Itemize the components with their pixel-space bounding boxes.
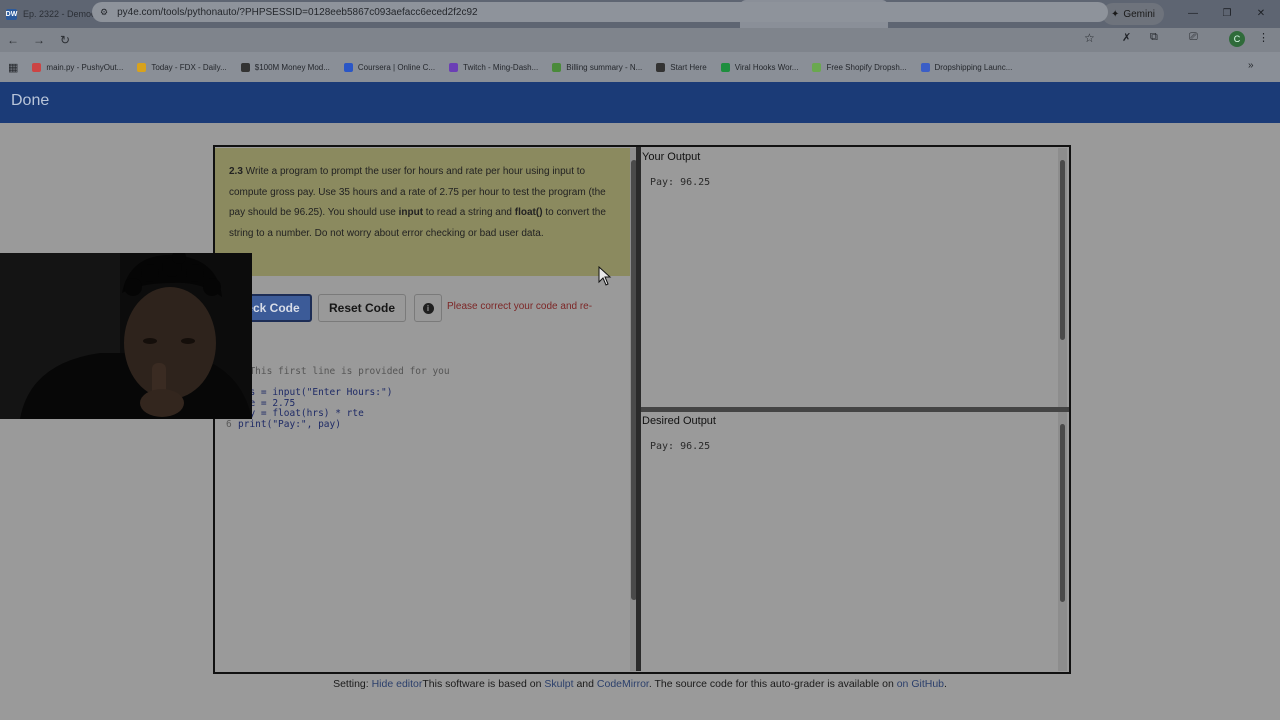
- bookmark-favicon-icon: [920, 62, 930, 72]
- menu-icon[interactable]: ⋮: [1258, 31, 1269, 44]
- your-output-text: Pay: 96.25: [650, 177, 711, 188]
- footer-source: . The source code for this auto-grader i…: [648, 678, 897, 690]
- reset-code-button[interactable]: Reset Code: [318, 294, 406, 322]
- sparkle-icon: ✦: [1110, 8, 1120, 20]
- close-window-icon[interactable]: ✕: [1246, 0, 1276, 28]
- done-link[interactable]: Done: [11, 92, 49, 110]
- extension-icon[interactable]: ✗: [1122, 31, 1131, 44]
- mouse-cursor-icon: [598, 266, 612, 286]
- bookmark-favicon-icon: [32, 62, 42, 72]
- task-text-2: to read a string and: [423, 207, 515, 218]
- bookmarks-bar: ▦ main.py - PushyOut... Today - FDX - Dai…: [0, 52, 1280, 82]
- bookmark-label: Viral Hooks Wor...: [734, 62, 799, 72]
- bookmark-favicon-icon: [137, 62, 147, 72]
- footer-end: .: [944, 678, 947, 690]
- bookmark-label: main.py - PushyOut...: [46, 62, 124, 72]
- bookmark-item[interactable]: $100M Money Mod...: [240, 62, 330, 72]
- footer: Setting: Hide editorThis software is bas…: [0, 678, 1280, 690]
- page-header: Done: [0, 82, 1280, 123]
- site-info-icon[interactable]: ⚙: [100, 7, 108, 18]
- info-icon: i: [422, 302, 434, 314]
- reload-icon[interactable]: ↻: [52, 33, 78, 47]
- desired-output-text: Pay: 96.25: [650, 441, 711, 452]
- code-text: # This first line is provided for you: [238, 366, 450, 377]
- code-text: hrs = input("Enter Hours:"): [238, 387, 393, 398]
- bookmark-label: Dropshipping Launc...: [934, 62, 1013, 72]
- line-number: 6: [226, 418, 232, 430]
- desired-output-label: Desired Output: [642, 415, 716, 427]
- code-text: pay = float(hrs) * rte: [238, 408, 364, 419]
- footer-based-on: This software is based on: [422, 678, 545, 690]
- back-icon[interactable]: ←: [0, 33, 26, 47]
- code-line: 6 print("Pay:", pay): [226, 418, 450, 431]
- footer-setting: Setting:: [333, 678, 372, 690]
- your-output-scrollbar[interactable]: [1058, 148, 1067, 407]
- cast-icon[interactable]: ⎚: [1189, 31, 1198, 44]
- bookmark-label: Today - FDX - Daily...: [151, 62, 227, 72]
- bookmark-star-icon[interactable]: ☆: [1084, 31, 1095, 45]
- output-separator: [641, 407, 1069, 412]
- your-output-label: Your Output: [642, 151, 701, 163]
- bookmark-label: Coursera | Online C...: [357, 62, 436, 72]
- bookmark-label: Twitch - Ming-Dash...: [463, 62, 539, 72]
- bookmark-label: Free Shopify Dropsh...: [826, 62, 907, 72]
- bookmark-label: Start Here: [670, 62, 707, 72]
- webcam-person-image: [0, 253, 252, 419]
- maximize-icon[interactable]: ❐: [1212, 0, 1242, 28]
- footer-and: and: [573, 678, 597, 690]
- bookmark-favicon-icon: [240, 62, 250, 72]
- bookmark-item[interactable]: Start Here: [656, 62, 707, 72]
- bookmark-favicon-icon: [656, 62, 666, 72]
- code-text: print("Pay:", pay): [238, 418, 341, 430]
- bookmark-favicon-icon: [812, 62, 822, 72]
- code-editor[interactable]: 1# This first line is provided for you23…: [226, 366, 450, 431]
- tab-favicon-icon: DW: [5, 8, 18, 20]
- bookmark-label: Billing summary - N...: [566, 62, 643, 72]
- bookmark-item[interactable]: Dropshipping Launc...: [920, 62, 1013, 72]
- bookmark-favicon-icon: [343, 62, 353, 72]
- error-message: Please correct your code and re-: [447, 301, 593, 312]
- bookmark-favicon-icon: [449, 62, 459, 72]
- bookmark-item[interactable]: Free Shopify Dropsh...: [812, 62, 907, 72]
- url-text: py4e.com/tools/pythonauto/?PHPSESSID=012…: [117, 6, 478, 18]
- forward-icon[interactable]: →: [26, 33, 52, 47]
- info-button[interactable]: i: [414, 294, 442, 322]
- bookmark-item[interactable]: Today - FDX - Daily...: [137, 62, 227, 72]
- avatar[interactable]: C: [1229, 31, 1245, 47]
- bookmark-item[interactable]: Twitch - Ming-Dash...: [449, 62, 539, 72]
- skulpt-link[interactable]: Skulpt: [544, 678, 573, 690]
- desired-output-scrollbar[interactable]: [1058, 412, 1067, 671]
- bookmark-item[interactable]: Coursera | Online C...: [343, 62, 436, 72]
- task-number: 2.3: [229, 166, 243, 177]
- bookmark-item[interactable]: Billing summary - N...: [552, 62, 643, 72]
- bookmarks-overflow-icon[interactable]: »: [1248, 60, 1254, 71]
- bookmark-favicon-icon: [552, 62, 562, 72]
- bookmark-label: $100M Money Mod...: [254, 62, 330, 72]
- apps-grid-icon[interactable]: ▦: [8, 61, 18, 74]
- webcam-overlay: [0, 253, 252, 419]
- codemirror-link[interactable]: CodeMirror: [597, 678, 649, 690]
- gemini-button[interactable]: ✦ Gemini: [1102, 3, 1164, 25]
- minimize-icon[interactable]: —: [1178, 0, 1208, 28]
- task-keyword-input: input: [398, 207, 424, 218]
- extensions-puzzle-icon[interactable]: ⧉: [1150, 31, 1158, 44]
- bookmark-item[interactable]: Viral Hooks Wor...: [720, 62, 799, 72]
- hide-editor-link[interactable]: Hide editor: [372, 678, 423, 690]
- task-description: 2.3 Write a program to prompt the user f…: [215, 148, 630, 276]
- gemini-label: Gemini: [1123, 8, 1156, 20]
- bookmark-item[interactable]: main.py - PushyOut...: [32, 62, 124, 72]
- github-link[interactable]: on GitHub: [897, 678, 944, 690]
- bookmark-favicon-icon: [720, 62, 730, 72]
- task-keyword-float: float(): [514, 207, 543, 218]
- url-field[interactable]: ⚙ py4e.com/tools/pythonauto/?PHPSESSID=01…: [92, 2, 1108, 22]
- code-line: 1# This first line is provided for you: [226, 366, 450, 378]
